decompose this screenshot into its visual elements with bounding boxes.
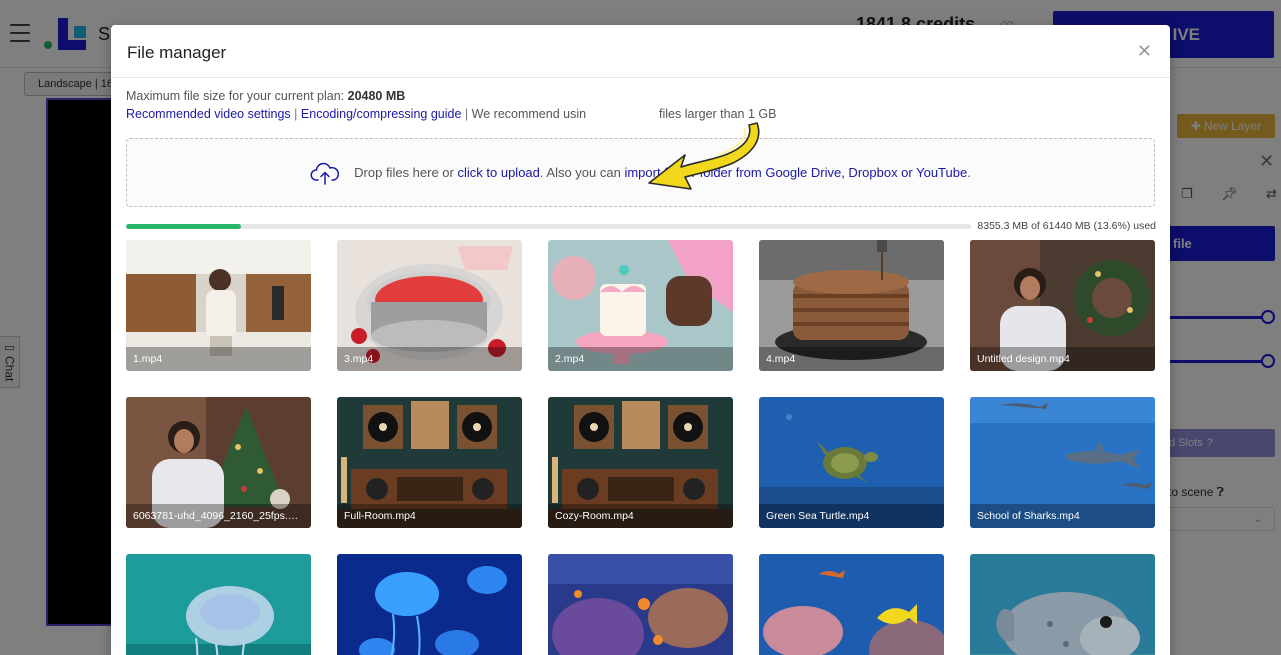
import-link[interactable]: import file or folder from Google Drive,…	[624, 165, 967, 180]
cloud-upload-icon	[310, 161, 340, 185]
file-name: 6063781-uhd_4096_2160_25fps.m...	[126, 504, 311, 528]
modal-title: File manager	[127, 43, 227, 62]
file-name: Cozy-Room.mp4	[548, 504, 733, 528]
file-tile[interactable]: Full-Room.mp4	[337, 397, 522, 528]
file-tile[interactable]: Green Sea Turtle.mp4	[759, 397, 944, 528]
file-thumbnail	[970, 554, 1155, 655]
file-tile[interactable]: School of Sharks.mp4	[970, 397, 1155, 528]
file-tile[interactable]: 1.mp4	[126, 240, 311, 371]
file-size-limit: Maximum file size for your current plan:…	[126, 89, 405, 103]
close-icon[interactable]: ✕	[1137, 41, 1152, 62]
file-name: Full-Room.mp4	[337, 504, 522, 528]
storage-progress-bar	[126, 224, 971, 229]
modal-header: File manager ✕	[111, 25, 1170, 78]
recommend-text: We recommend usin	[471, 107, 587, 121]
file-tile[interactable]	[970, 554, 1155, 655]
file-grid: 1.mp4 3.mp4 2.mp4 4.mp4 Untitled design.mp4 6…	[126, 240, 1156, 655]
file-thumbnail	[337, 554, 522, 655]
encoding-guide-link[interactable]: Encoding/compressing guide	[301, 107, 462, 121]
file-thumbnail	[759, 554, 944, 655]
storage-usage-text: 8355.3 MB of 61440 MB (13.6%) used	[977, 220, 1156, 232]
file-tile[interactable]	[759, 554, 944, 655]
separator: |	[294, 107, 298, 121]
file-tile[interactable]	[337, 554, 522, 655]
storage-progress-fill	[126, 224, 241, 229]
file-tile[interactable]: 4.mp4	[759, 240, 944, 371]
file-tile[interactable]: Cozy-Room.mp4	[548, 397, 733, 528]
file-name: 4.mp4	[759, 347, 944, 371]
dropzone-text-3: .	[967, 165, 971, 180]
file-tile[interactable]: Untitled design.mp4	[970, 240, 1155, 371]
file-thumbnail	[126, 554, 311, 655]
storage-usage: 8355.3 MB of 61440 MB (13.6%) used	[126, 220, 1156, 234]
recommended-settings-link[interactable]: Recommended video settings	[126, 107, 291, 121]
separator: |	[464, 107, 469, 121]
dropzone-text: Drop files here or	[354, 165, 454, 180]
file-name: 2.mp4	[548, 347, 733, 371]
file-name: 3.mp4	[337, 347, 522, 371]
file-manager-modal: File manager ✕ Maximum file size for you…	[111, 25, 1170, 655]
file-tile[interactable]	[126, 554, 311, 655]
limit-value: 20480 MB	[347, 89, 406, 103]
limit-prefix: Maximum file size for your current plan:	[126, 89, 345, 103]
file-name: Green Sea Turtle.mp4	[759, 504, 944, 528]
dropzone-text-2: . Also you can	[539, 165, 621, 180]
upload-dropzone[interactable]: Drop files here or click to upload. Also…	[126, 138, 1155, 207]
recommend-text-end: files larger than 1 GB	[659, 107, 777, 121]
file-name: 1.mp4	[126, 347, 311, 371]
click-to-upload-link[interactable]: click to upload	[458, 165, 540, 180]
file-tile[interactable]	[548, 554, 733, 655]
file-tile[interactable]: 3.mp4	[337, 240, 522, 371]
file-thumbnail	[548, 554, 733, 655]
file-name: School of Sharks.mp4	[970, 504, 1155, 528]
file-name: Untitled design.mp4	[970, 347, 1155, 371]
file-tile[interactable]: 6063781-uhd_4096_2160_25fps.m...	[126, 397, 311, 528]
help-links: Recommended video settings | Encoding/co…	[126, 107, 776, 121]
file-tile[interactable]: 2.mp4	[548, 240, 733, 371]
